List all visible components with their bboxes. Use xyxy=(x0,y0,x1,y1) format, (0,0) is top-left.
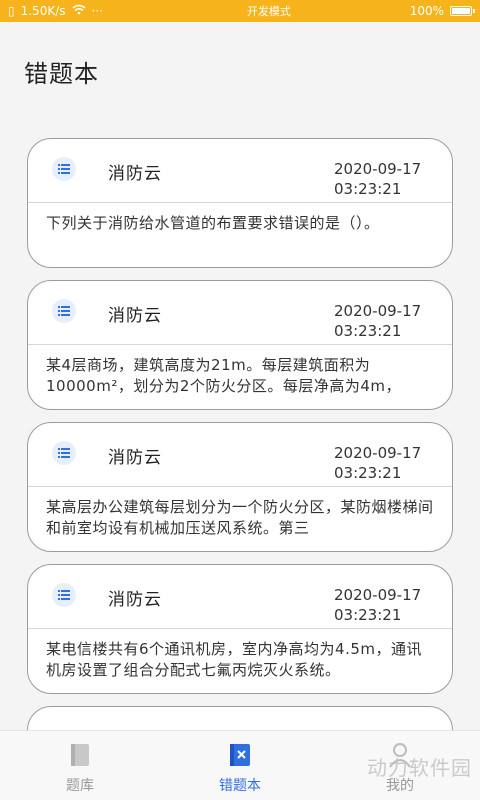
question-card[interactable]: 消防云 2020-09-17 03:23:21 某高层办公建筑每层划分为一个防火… xyxy=(27,422,453,552)
card-date: 2020-09-17 xyxy=(334,586,422,604)
card-source: 消防云 xyxy=(108,590,162,610)
network-speed: 1.50K/s xyxy=(20,4,66,18)
card-date: 2020-09-17 xyxy=(334,302,422,320)
nav-label: 错题本 xyxy=(219,778,261,794)
card-source: 消防云 xyxy=(108,164,162,184)
nav-label: 题库 xyxy=(66,778,94,794)
nav-item-question-bank[interactable]: 题库 xyxy=(0,731,160,800)
more-icon: ··· xyxy=(91,4,103,18)
card-date: 2020-09-17 xyxy=(334,444,422,462)
card-time: 03:23:21 xyxy=(334,606,402,624)
battery-icon xyxy=(450,6,475,16)
watermark: 动力软件园 xyxy=(367,756,472,780)
status-left: ▯ 1.50K/s ··· xyxy=(8,4,168,18)
status-bar: ▯ 1.50K/s ··· 开发模式 100% xyxy=(0,0,480,22)
card-header: 消防云 2020-09-17 03:23:21 xyxy=(28,139,452,203)
card-list[interactable]: 消防云 2020-09-17 03:23:21 下列关于消防给水管道的布置要求错… xyxy=(27,138,453,706)
list-icon xyxy=(52,583,76,607)
card-time: 03:23:21 xyxy=(334,464,402,482)
card-question-text: 某电信楼共有6个通讯机房，室内净高均为4.5m，通讯机房设置了组合分配式七氟丙烷… xyxy=(46,640,423,679)
wrong-questions-icon xyxy=(227,741,253,769)
card-source: 消防云 xyxy=(108,306,162,326)
battery-percent: 100% xyxy=(409,4,444,18)
list-icon xyxy=(52,441,76,465)
list-icon xyxy=(52,299,76,323)
card-question-text: 下列关于消防给水管道的布置要求错误的是（）。 xyxy=(46,214,380,232)
status-right: 100% xyxy=(409,4,475,18)
card-header: 消防云 2020-09-17 03:23:21 xyxy=(28,281,452,345)
sim-icon: ▯ xyxy=(8,4,15,18)
page-title: 错题本 xyxy=(24,60,99,88)
card-question-text: 某高层办公建筑每层划分为一个防火分区，某防烟楼梯间和前室均设有机械加压送风系统。… xyxy=(46,498,434,537)
card-datetime: 2020-09-17 03:23:21 xyxy=(334,585,430,625)
question-card[interactable]: 消防云 2020-09-17 03:23:21 下列关于消防给水管道的布置要求错… xyxy=(27,138,453,268)
card-datetime: 2020-09-17 03:23:21 xyxy=(334,301,430,341)
card-header: 消防云 2020-09-17 03:23:21 xyxy=(28,423,452,487)
card-source: 消防云 xyxy=(108,448,162,468)
card-question-text: 某4层商场，建筑高度为21m。每层建筑面积为10000m²，划分为2个防火分区。… xyxy=(46,356,402,395)
card-time: 03:23:21 xyxy=(334,322,402,340)
nav-item-wrong-questions[interactable]: 错题本 xyxy=(160,731,320,800)
list-icon xyxy=(52,157,76,181)
question-card[interactable]: 消防云 2020-09-17 03:23:21 某电信楼共有6个通讯机房，室内净… xyxy=(27,564,453,694)
wifi-icon xyxy=(72,4,86,18)
question-card[interactable]: 消防云 2020-09-17 03:23:21 某4层商场，建筑高度为21m。每… xyxy=(27,280,453,410)
card-datetime: 2020-09-17 03:23:21 xyxy=(334,443,430,483)
mode-text: 开发模式 xyxy=(246,5,291,18)
book-icon xyxy=(67,741,93,769)
card-time: 03:23:21 xyxy=(334,180,402,198)
card-date: 2020-09-17 xyxy=(334,160,422,178)
card-header: 消防云 2020-09-17 03:23:21 xyxy=(28,565,452,629)
card-datetime: 2020-09-17 03:23:21 xyxy=(334,159,430,199)
